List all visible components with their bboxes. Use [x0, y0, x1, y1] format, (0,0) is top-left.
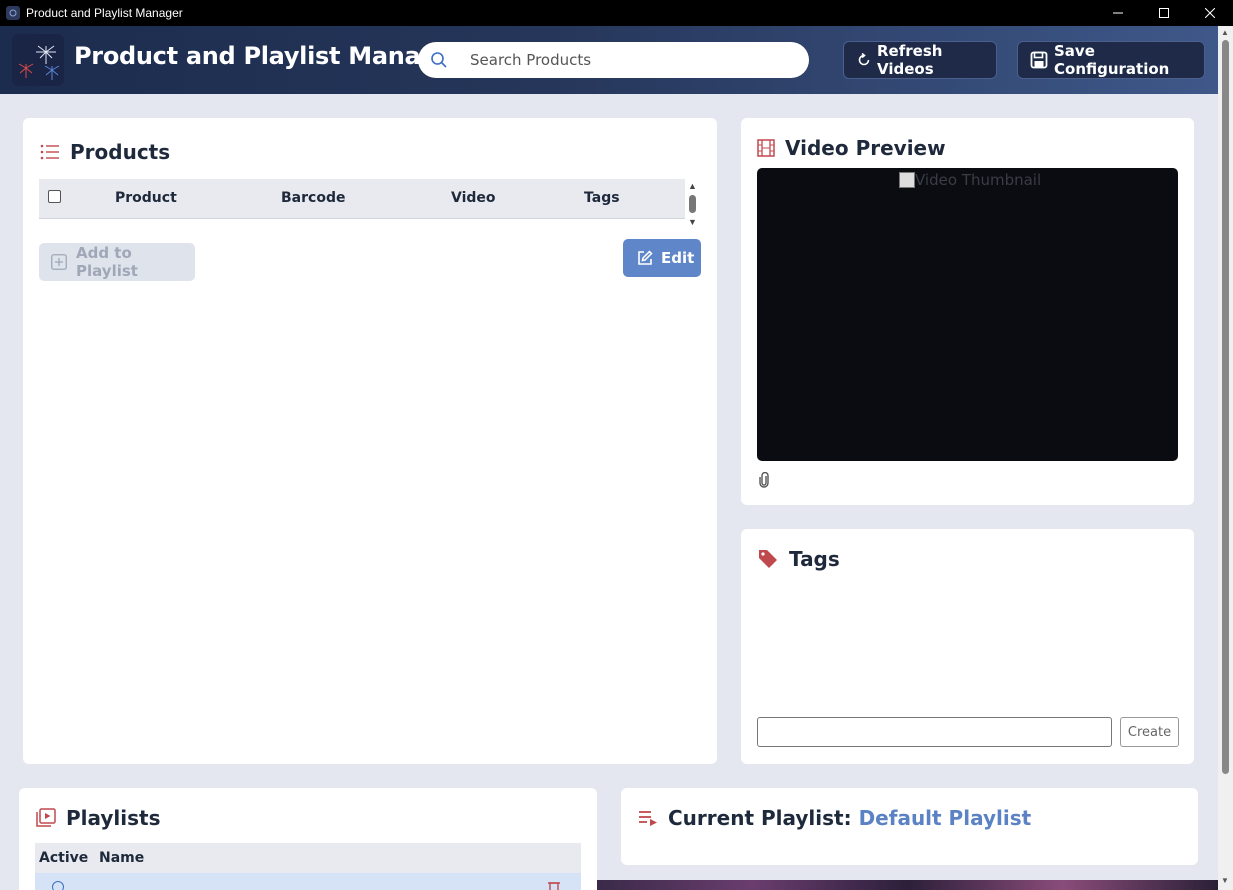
app-title: Product and Playlist Manager [74, 42, 465, 70]
search-input[interactable] [470, 51, 790, 69]
video-thumbnail: Video Thumbnail [899, 171, 1041, 189]
scroll-down-arrow[interactable]: ▼ [1221, 876, 1229, 885]
video-player[interactable]: Video Thumbnail [757, 168, 1178, 461]
playlist-video-icon [36, 808, 56, 828]
maximize-icon [1159, 8, 1169, 18]
trash-icon[interactable] [547, 880, 561, 890]
film-icon [757, 139, 775, 157]
column-barcode[interactable]: Barcode [281, 190, 345, 206]
desktop-background-peek [597, 880, 1218, 890]
tags-heading: Tags [757, 547, 840, 571]
scroll-thumb[interactable] [1222, 40, 1229, 774]
refresh-icon [857, 53, 871, 67]
list-icon [40, 144, 60, 160]
current-playlist-name: Default Playlist [858, 806, 1032, 830]
products-heading: Products [40, 140, 170, 164]
page-scrollbar[interactable]: ▲ ▼ [1218, 26, 1233, 890]
column-video[interactable]: Video [451, 190, 496, 206]
select-all-checkbox[interactable] [48, 190, 61, 203]
add-icon [51, 254, 67, 270]
video-preview-panel: Video Preview Video Thumbnail [741, 118, 1194, 505]
playlists-panel: Playlists Active Name [19, 788, 597, 890]
maximize-button[interactable] [1141, 0, 1187, 26]
close-button[interactable] [1187, 0, 1233, 26]
playlists-table-header: Active Name [35, 843, 581, 873]
search-icon [431, 52, 447, 68]
minimize-button[interactable] [1095, 0, 1141, 26]
window-titlebar: Product and Playlist Manager [0, 0, 1233, 26]
current-playlist-heading: Current Playlist: Default Playlist [638, 806, 1031, 830]
refresh-videos-label: Refresh Videos [877, 42, 943, 78]
current-playlist-panel: Current Playlist: Default Playlist [621, 788, 1198, 865]
save-configuration-button[interactable]: Save Configuration [1017, 41, 1205, 79]
save-icon [1030, 51, 1048, 69]
current-playlist-label: Current Playlist: [668, 806, 852, 830]
products-table-header: Product Barcode Video Tags [39, 179, 685, 219]
playlist-play-icon [638, 810, 658, 826]
playlist-row[interactable] [35, 873, 581, 890]
tags-title: Tags [789, 547, 840, 571]
fireworks-logo [12, 34, 64, 86]
add-to-playlist-label: Add to Playlist [76, 244, 138, 280]
table-scroll-up-arrow[interactable]: ▲ [688, 181, 697, 191]
playlists-heading: Playlists [36, 806, 161, 830]
products-panel: Products Product Barcode Video Tags ▲ ▼ … [23, 118, 717, 764]
app-icon [6, 6, 20, 20]
add-to-playlist-button[interactable]: Add to Playlist [39, 243, 195, 281]
column-name[interactable]: Name [99, 850, 144, 866]
products-table-scrollbar[interactable]: ▲ ▼ [686, 179, 700, 231]
column-tags[interactable]: Tags [584, 190, 620, 206]
table-scroll-down-arrow[interactable]: ▼ [688, 217, 697, 227]
tags-panel: Tags Create [741, 529, 1194, 764]
tag-icon [757, 548, 779, 570]
products-title: Products [70, 140, 171, 164]
edit-label: Edit [661, 249, 695, 267]
window-title: Product and Playlist Manager [26, 6, 183, 20]
save-configuration-label: Save Configuration [1054, 42, 1170, 78]
window-controls [1095, 0, 1233, 26]
new-tag-input[interactable] [757, 717, 1112, 747]
edit-button[interactable]: Edit [623, 239, 701, 277]
search-bar[interactable] [418, 42, 809, 78]
minimize-icon [1113, 12, 1123, 14]
create-tag-button[interactable]: Create [1120, 717, 1179, 747]
table-scroll-thumb[interactable] [689, 195, 696, 213]
video-preview-title: Video Preview [785, 136, 946, 160]
close-icon [1205, 8, 1215, 18]
video-thumbnail-alt: Video Thumbnail [915, 171, 1042, 189]
playlists-title: Playlists [66, 806, 161, 830]
column-product[interactable]: Product [115, 190, 177, 206]
edit-icon [637, 250, 653, 266]
video-preview-heading: Video Preview [757, 136, 946, 160]
paperclip-icon[interactable] [758, 471, 770, 493]
broken-image-icon [899, 172, 915, 188]
app-header: Product and Playlist Manager Refresh Vid… [0, 26, 1218, 94]
active-radio[interactable] [52, 881, 64, 890]
scroll-up-arrow[interactable]: ▲ [1221, 28, 1229, 37]
column-active[interactable]: Active [39, 850, 88, 866]
refresh-videos-button[interactable]: Refresh Videos [843, 41, 997, 79]
